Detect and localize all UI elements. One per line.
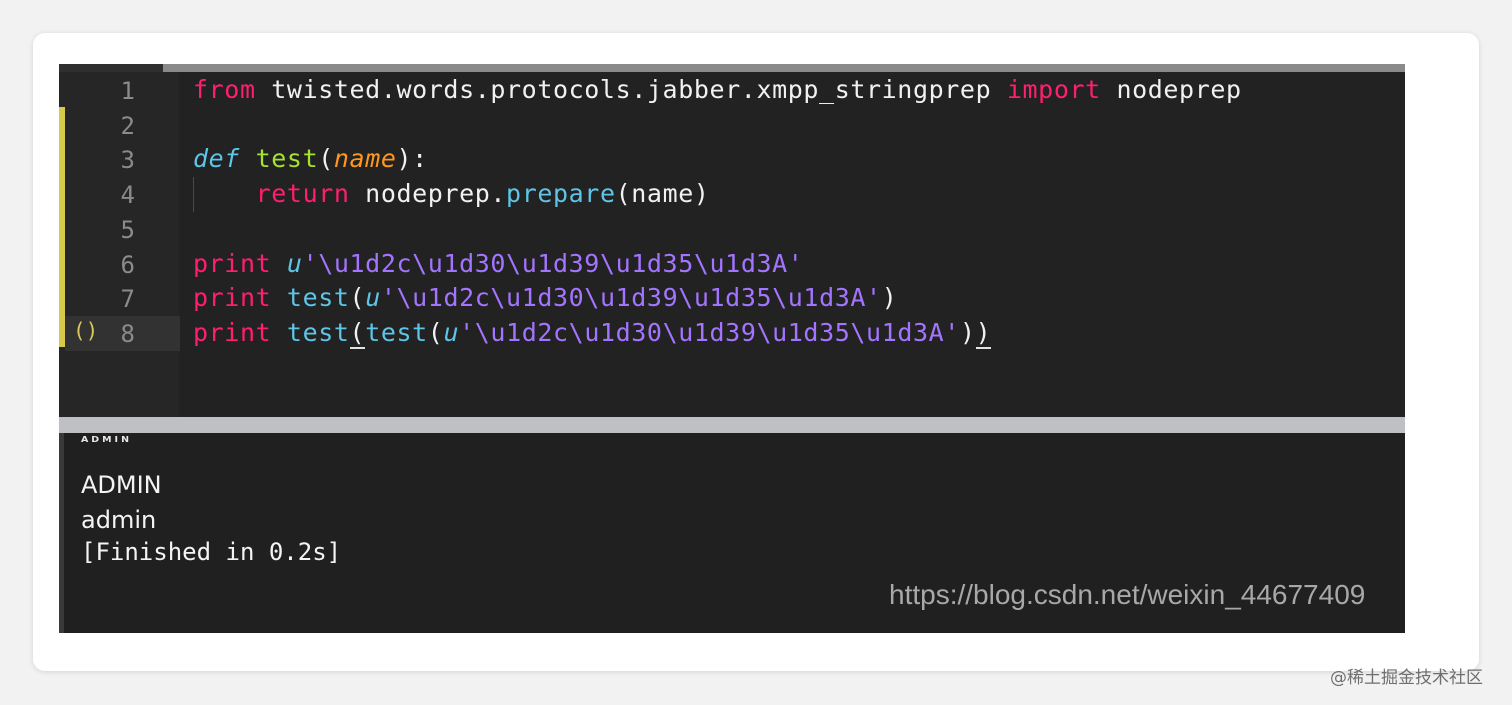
panel-divider[interactable] xyxy=(59,417,1405,433)
code-token: test xyxy=(365,317,428,347)
code-token: print xyxy=(193,248,272,278)
code-token: ) xyxy=(959,317,976,347)
tab-strip xyxy=(59,64,1405,72)
code-token: '\u1d2c\u1d30\u1d39\u1d35\u1d3A' xyxy=(459,317,960,347)
code-token: nodeprep xyxy=(1100,75,1242,104)
code-text: print u'\u1d2c\u1d30\u1d39\u1d35\u1d3A' xyxy=(193,249,803,278)
code-token: def xyxy=(193,144,240,174)
site-watermark: @稀土掘金技术社区 xyxy=(1330,668,1483,688)
code-line[interactable]: () 8 print test(test(u'\u1d2c\u1d30\u1d39\… xyxy=(59,315,1405,351)
code-text: print test(test(u'\u1d2c\u1d30\u1d39\u1d… xyxy=(193,317,992,349)
code-line[interactable]: 4 return nodeprep.prepare(name) xyxy=(59,177,1405,213)
code-line[interactable]: 6 print u'\u1d2c\u1d30\u1d39\u1d35\u1d3A' xyxy=(59,247,1405,282)
line-number: 4 xyxy=(120,181,135,210)
code-text: def test(name): xyxy=(193,144,428,173)
code-token: twisted.words.protocols.jabber.xmpp_stri… xyxy=(255,75,1007,104)
output-line-lowercase: admin xyxy=(81,506,157,534)
editor-screenshot: 1 from twisted.words.protocols.jabber.xmp… xyxy=(59,64,1405,633)
code-token: u xyxy=(443,317,460,347)
code-token: '\u1d2c\u1d30\u1d39\u1d35\u1d3A' xyxy=(302,248,804,278)
code-token: print xyxy=(193,317,272,347)
code-text: return nodeprep.prepare(name) xyxy=(193,179,710,208)
code-token: test xyxy=(255,144,319,174)
code-token: u xyxy=(286,248,303,278)
code-token: ) xyxy=(881,283,898,313)
code-token: prepare xyxy=(506,179,616,209)
code-token: print xyxy=(193,283,272,313)
line-number: 5 xyxy=(120,215,135,244)
code-token: ( xyxy=(318,144,334,174)
code-token: ( xyxy=(349,283,366,313)
code-token: return xyxy=(255,179,350,209)
output-line-superscript: ᴬᴰᴹᴵᴺ xyxy=(81,433,132,451)
code-token: from xyxy=(193,75,256,104)
code-token: (name) xyxy=(615,179,710,209)
code-token: import xyxy=(1006,75,1101,104)
code-token: ( xyxy=(349,317,366,349)
watermark-text: https://blog.csdn.net/weixin_44677409 xyxy=(889,579,1366,610)
code-line[interactable]: 3 def test(name): xyxy=(59,142,1405,177)
code-token: name xyxy=(333,144,397,174)
code-line[interactable]: 7 print test(u'\u1d2c\u1d30\u1d39\u1d35\u… xyxy=(59,281,1405,316)
line-number: 6 xyxy=(120,250,135,279)
editor-tab[interactable] xyxy=(59,64,163,72)
output-line-uppercase: ADMIN xyxy=(81,471,162,499)
code-token: test xyxy=(286,283,350,313)
code-token: '\u1d2c\u1d30\u1d39\u1d35\u1d3A' xyxy=(380,283,882,313)
line-number: 2 xyxy=(120,111,135,140)
code-text: print test(u'\u1d2c\u1d30\u1d39\u1d35\u1… xyxy=(193,283,897,312)
line-number: 3 xyxy=(120,146,135,175)
code-text: from twisted.words.protocols.jabber.xmpp… xyxy=(193,75,1242,104)
code-line[interactable]: 5 xyxy=(59,212,1405,247)
code-line[interactable]: 1 from twisted.words.protocols.jabber.xmp… xyxy=(59,73,1405,108)
code-token: u xyxy=(365,283,381,313)
code-token: ( xyxy=(427,317,444,347)
code-token: nodeprep. xyxy=(349,179,507,209)
build-output-panel: ᴬᴰᴹᴵᴺ ADMIN admin [Finished in 0.2s] htt… xyxy=(59,433,1405,633)
line-number: 7 xyxy=(120,285,135,314)
code-token: test xyxy=(286,317,350,347)
code-token: ) xyxy=(975,317,992,349)
code-line[interactable]: 2 xyxy=(59,108,1405,143)
line-number: 1 xyxy=(120,77,135,105)
output-finished-status: [Finished in 0.2s] xyxy=(81,538,342,566)
code-token: ): xyxy=(396,144,428,174)
line-number: 8 xyxy=(120,319,135,348)
